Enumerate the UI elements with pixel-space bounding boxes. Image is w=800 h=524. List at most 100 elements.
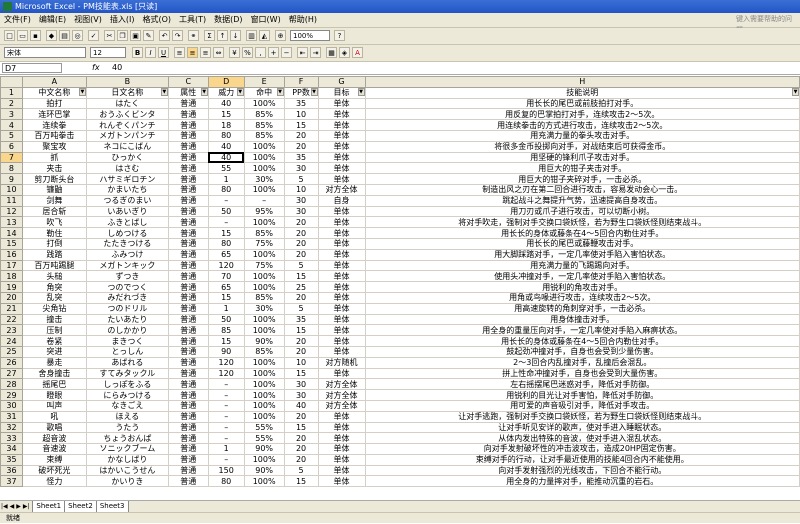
- select-all-corner[interactable]: [0, 76, 23, 88]
- table-cell[interactable]: 10: [283, 108, 319, 121]
- table-cell[interactable]: 20: [283, 453, 319, 466]
- table-cell[interactable]: 歌唱: [21, 421, 87, 434]
- borders-icon[interactable]: ▦: [326, 47, 337, 58]
- table-cell[interactable]: 85: [207, 324, 245, 337]
- column-header-a[interactable]: A: [21, 76, 87, 88]
- menu-view[interactable]: 视图(V): [70, 13, 106, 27]
- table-cell[interactable]: 用刀刃或爪子进行攻击，可以切断小树。: [364, 205, 800, 218]
- permission-icon[interactable]: ◆: [46, 30, 57, 41]
- table-cell[interactable]: 用身体撞击对手。: [364, 313, 800, 326]
- table-cell[interactable]: 5: [283, 464, 319, 477]
- table-cell[interactable]: 单体: [317, 270, 366, 283]
- table-cell[interactable]: しっぽをふる: [85, 378, 169, 391]
- table-cell[interactable]: 瞪眼: [21, 389, 87, 401]
- table-cell[interactable]: 用长长的身体或藤条在4～5回合内勒住对手。: [364, 227, 800, 239]
- row-header[interactable]: 5: [0, 129, 23, 142]
- help-search-input[interactable]: 键入需要帮助的问题: [736, 14, 796, 34]
- row-header[interactable]: 26: [0, 356, 23, 369]
- table-cell[interactable]: 剪刀断头台: [21, 173, 87, 185]
- table-cell[interactable]: 拼上性命冲撞对手，自身也会受到大量伤害。: [364, 367, 800, 380]
- table-cell[interactable]: ハサミギロチン: [85, 173, 169, 185]
- table-cell[interactable]: 单体: [317, 410, 366, 423]
- row-header[interactable]: 12: [0, 205, 23, 218]
- row-header[interactable]: 8: [0, 162, 23, 175]
- table-cell[interactable]: 100%: [243, 367, 285, 380]
- help-icon[interactable]: ?: [334, 30, 345, 41]
- row-header[interactable]: 20: [0, 291, 23, 304]
- merge-center-icon[interactable]: ⇔: [213, 47, 224, 58]
- italic-button[interactable]: I: [145, 47, 156, 58]
- row-header[interactable]: 3: [0, 108, 23, 121]
- font-color-icon[interactable]: A: [352, 47, 363, 58]
- percent-icon[interactable]: %: [242, 47, 253, 58]
- format-painter-icon[interactable]: ✎: [143, 30, 154, 41]
- row-header[interactable]: 37: [0, 475, 23, 488]
- table-cell[interactable]: 100%: [243, 324, 285, 337]
- table-cell[interactable]: 普通: [167, 313, 209, 326]
- table-cell[interactable]: 15: [207, 291, 245, 304]
- column-header-f[interactable]: F: [283, 76, 319, 88]
- table-cell[interactable]: 85%: [243, 119, 285, 131]
- table-cell[interactable]: –: [207, 378, 245, 391]
- table-cell[interactable]: たいあたり: [85, 313, 169, 326]
- table-cell[interactable]: 100%: [243, 140, 285, 153]
- table-cell[interactable]: 80: [207, 237, 245, 250]
- table-cell[interactable]: 20: [283, 237, 319, 250]
- table-cell[interactable]: 100%: [243, 475, 285, 488]
- table-cell[interactable]: 15: [283, 324, 319, 337]
- row-header[interactable]: 9: [0, 173, 23, 185]
- table-cell[interactable]: 用巨大的钳子夹碎对手，一击必杀。: [364, 173, 800, 185]
- table-cell[interactable]: 10: [283, 183, 319, 196]
- table-cell[interactable]: 100%: [243, 453, 285, 466]
- header-cell[interactable]: 日文名称 ▼: [85, 86, 169, 99]
- table-cell[interactable]: 15: [283, 421, 319, 434]
- filter-dropdown-icon[interactable]: ▼: [310, 88, 318, 96]
- table-cell[interactable]: 居合斩: [21, 205, 87, 218]
- table-cell[interactable]: 75%: [243, 237, 285, 250]
- table-cell[interactable]: 破坏死光: [21, 464, 87, 477]
- header-cell[interactable]: 目标 ▼: [317, 86, 366, 99]
- table-cell[interactable]: 单体: [317, 259, 366, 272]
- table-cell[interactable]: はかいこうせん: [85, 464, 169, 477]
- table-cell[interactable]: ずつき: [85, 270, 169, 283]
- table-cell[interactable]: 普通: [167, 151, 209, 164]
- table-cell[interactable]: 15: [207, 335, 245, 347]
- table-cell[interactable]: はたく: [85, 97, 169, 110]
- table-cell[interactable]: 90: [207, 345, 245, 358]
- table-cell[interactable]: 50: [207, 205, 245, 218]
- table-cell[interactable]: 卷紧: [21, 335, 87, 347]
- table-cell[interactable]: 普通: [167, 205, 209, 218]
- table-cell[interactable]: まきつく: [85, 335, 169, 347]
- row-header[interactable]: 17: [0, 259, 23, 272]
- table-cell[interactable]: 用全身的重量压向对手，一定几率使对手陷入麻痹状态。: [364, 324, 800, 337]
- table-cell[interactable]: 用大脚踩踏对手，一定几率使对手陷入害怕状态。: [364, 248, 800, 261]
- table-cell[interactable]: –: [207, 453, 245, 466]
- table-cell[interactable]: 100%: [243, 356, 285, 369]
- table-cell[interactable]: 用可爱的声音吸引对手，降低对手攻击。: [364, 399, 800, 412]
- open-icon[interactable]: ▭: [17, 30, 28, 41]
- table-cell[interactable]: 15: [207, 227, 245, 239]
- table-cell[interactable]: –: [207, 432, 245, 445]
- table-cell[interactable]: 普通: [167, 464, 209, 477]
- table-cell[interactable]: 75%: [243, 259, 285, 272]
- table-cell[interactable]: 普通: [167, 140, 209, 153]
- table-cell[interactable]: 用长长的尾巴或前肢拍打对手。: [364, 97, 800, 110]
- column-header-d[interactable]: D: [207, 76, 245, 88]
- table-cell[interactable]: おうふくビンタ: [85, 108, 169, 121]
- table-cell[interactable]: みだれづき: [85, 291, 169, 304]
- table-cell[interactable]: 让对手逃跑，强制对手交换口袋妖怪，若为野生口袋妖怪则结束战斗。: [364, 410, 800, 423]
- table-cell[interactable]: あばれる: [85, 356, 169, 369]
- table-cell[interactable]: つのドリル: [85, 302, 169, 315]
- filter-dropdown-icon[interactable]: ▼: [792, 88, 799, 96]
- menu-file[interactable]: 文件(F): [0, 13, 35, 27]
- redo-icon[interactable]: ↷: [172, 30, 183, 41]
- table-cell[interactable]: 普通: [167, 97, 209, 110]
- table-cell[interactable]: 150: [207, 464, 245, 477]
- table-cell[interactable]: 单体: [317, 97, 366, 110]
- table-cell[interactable]: 普通: [167, 443, 209, 455]
- table-cell[interactable]: なきごえ: [85, 399, 169, 412]
- table-cell[interactable]: 100%: [243, 399, 285, 412]
- table-cell[interactable]: 55: [207, 162, 245, 175]
- align-center-icon[interactable]: ≡: [187, 47, 198, 58]
- table-cell[interactable]: 夹击: [21, 162, 87, 175]
